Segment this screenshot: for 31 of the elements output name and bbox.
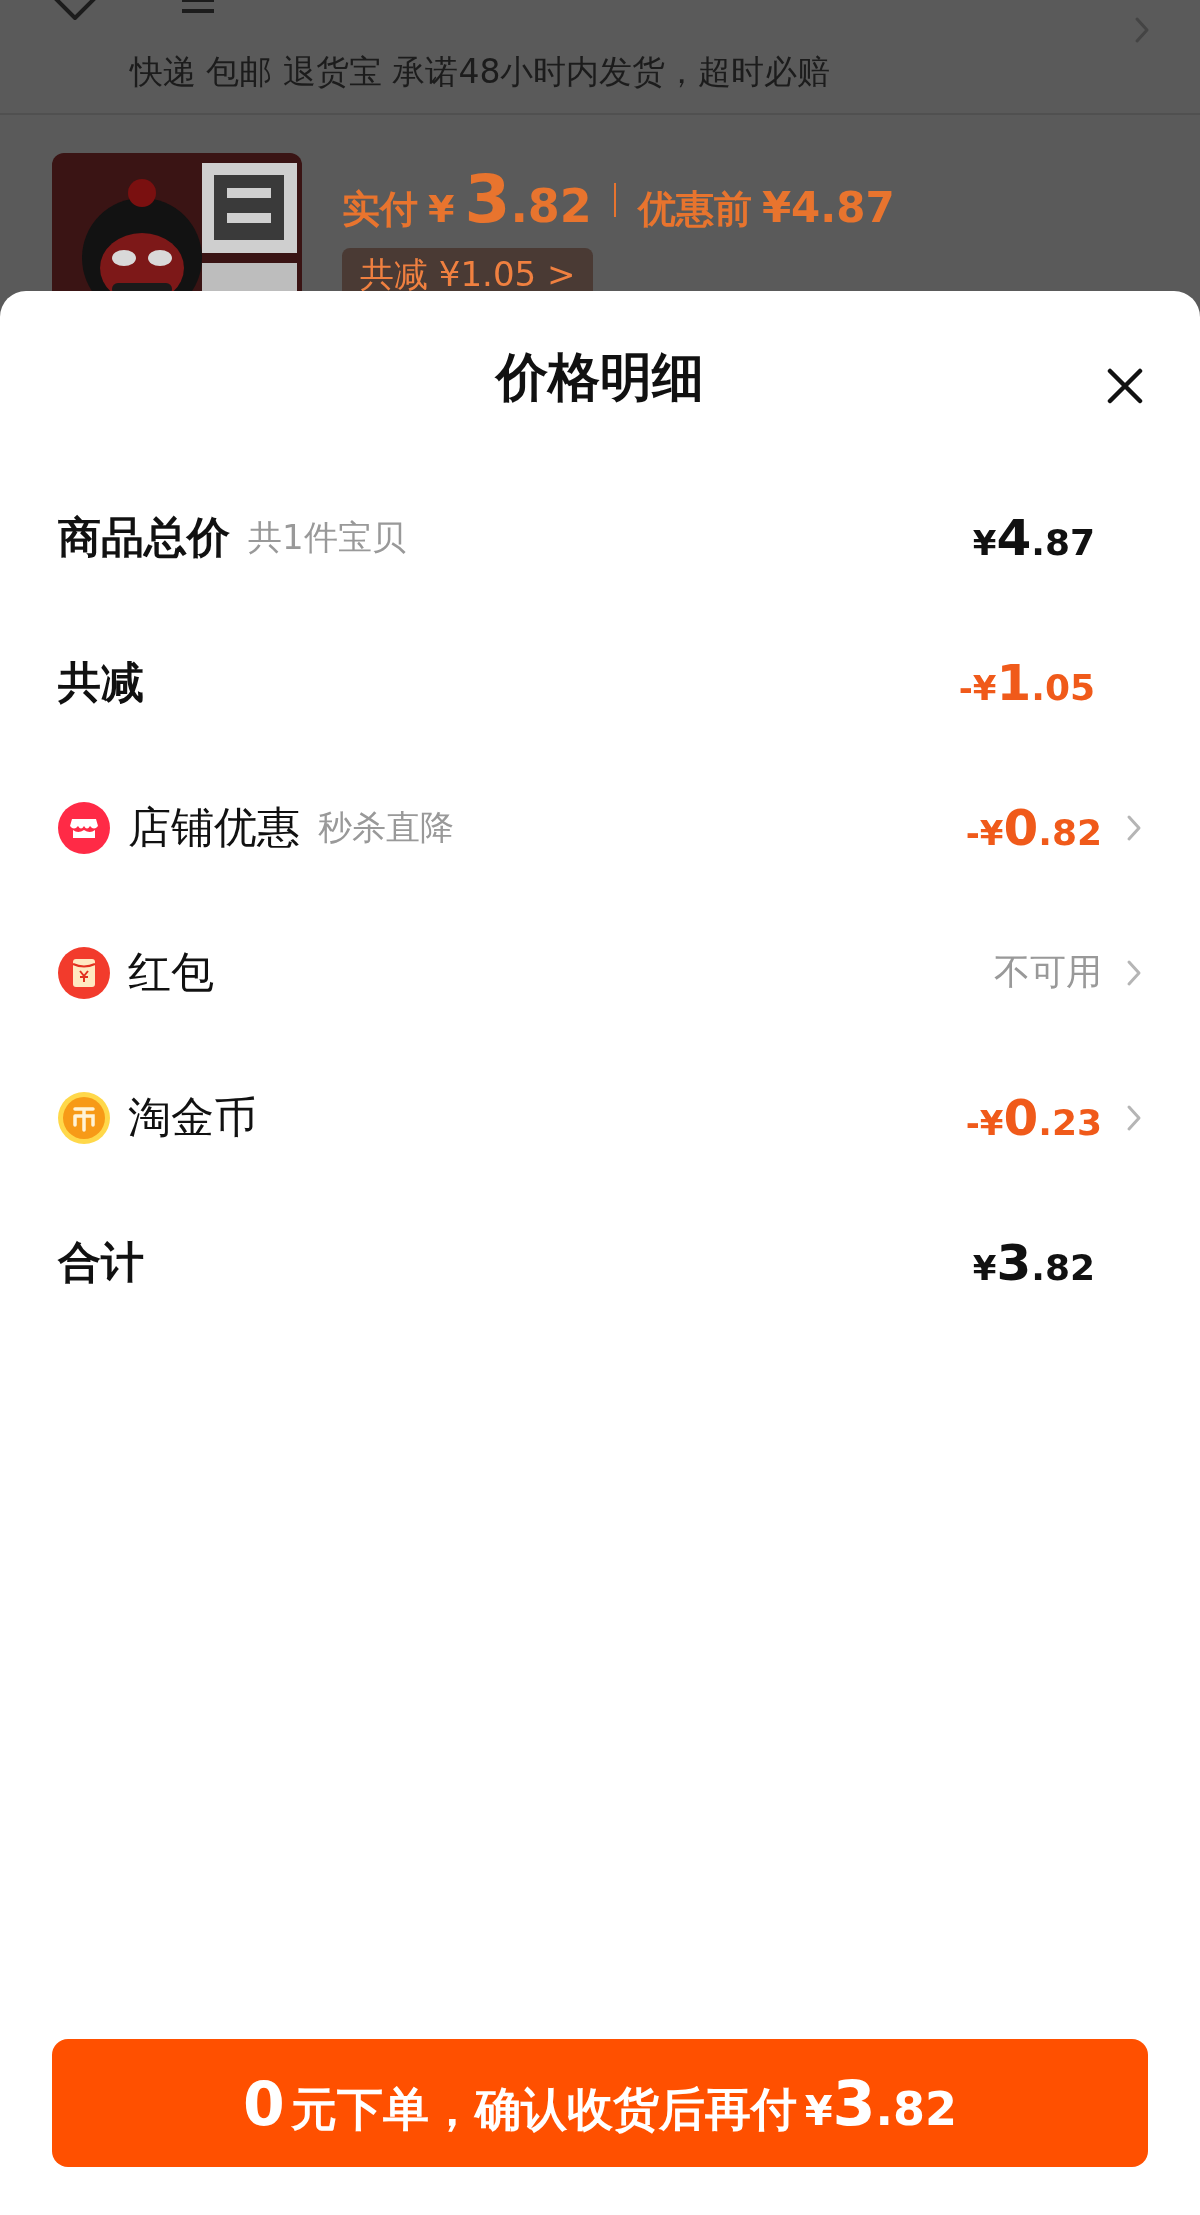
storefront-icon (58, 801, 110, 854)
paid-label: 实付 (342, 186, 418, 233)
status-text: 不可用 (994, 950, 1102, 994)
price-amount: ¥4.87 (972, 508, 1095, 567)
price-amount: -¥1.05 (958, 653, 1095, 712)
original-price: ¥4.87 (761, 183, 895, 232)
coin-icon (58, 1091, 110, 1144)
row-label: 店铺优惠 (128, 800, 300, 854)
close-icon (1107, 368, 1143, 404)
chevron-right-icon (1126, 813, 1142, 842)
envelope-icon (58, 946, 110, 999)
row-label: 红包 (128, 945, 214, 999)
benefit-row[interactable]: 店铺优惠 秒杀直降 -¥0.82 (0, 755, 1200, 900)
original-price-label: 优惠前 (637, 186, 752, 233)
discount-tag[interactable]: 共减 ¥1.05 > (342, 248, 594, 291)
price-amount: -¥0.82 (965, 798, 1102, 857)
benefit-row[interactable]: 红包 不可用 (0, 900, 1200, 1045)
row-note: 共1件宝贝 (248, 515, 406, 559)
price-amount: ¥3.82 (972, 1233, 1095, 1292)
row-note: 秒杀直降 (318, 805, 454, 849)
paid-price: ¥3.82 (428, 161, 592, 238)
chevron-right-icon (1126, 958, 1142, 987)
row-label: 合计 (58, 1235, 144, 1289)
row-label: 商品总价 (58, 510, 230, 564)
row-label: 共减 (58, 655, 144, 709)
service-line: 快递 包邮 退货宝 承诺48小时内发货，超时必赔 (128, 51, 832, 93)
row-label: 淘金币 (128, 1090, 257, 1144)
benefit-row[interactable]: 淘金币 -¥0.23 (0, 1045, 1200, 1190)
price-amount: -¥0.23 (965, 1088, 1102, 1147)
sheet-title: 价格明细 (496, 346, 704, 409)
chevron-right-icon (1126, 1103, 1142, 1132)
